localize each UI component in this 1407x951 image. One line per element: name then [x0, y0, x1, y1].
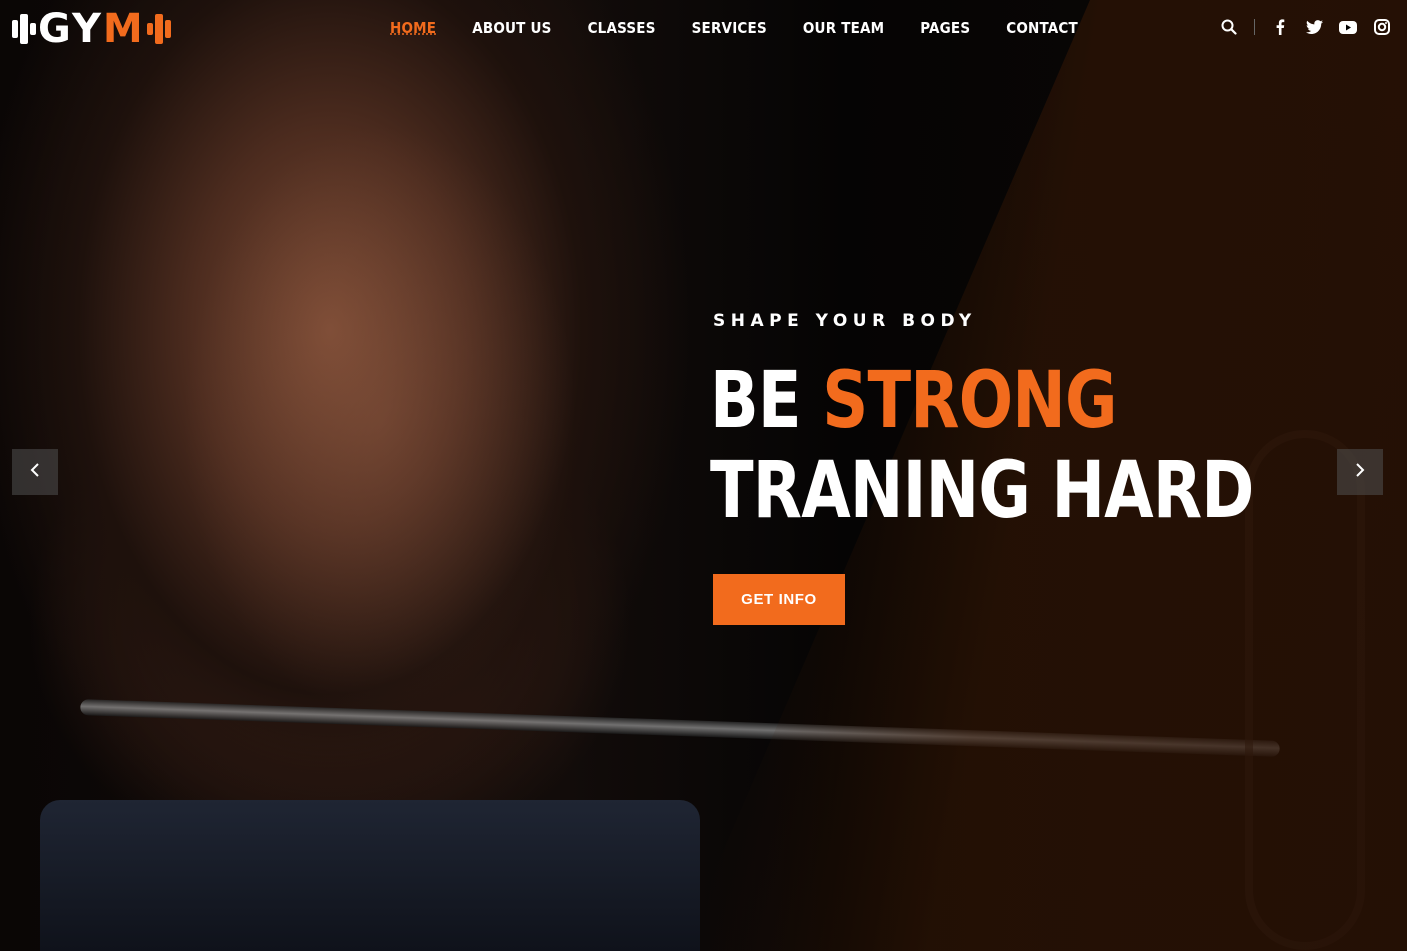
facebook-icon[interactable] — [1271, 18, 1289, 36]
logo-text-gy: GY — [38, 6, 103, 52]
nav-item-home[interactable]: HOME — [390, 18, 436, 38]
slider-next-button[interactable] — [1337, 449, 1383, 495]
main-nav: HOME ABOUT US CLASSES SERVICES OUR TEAM … — [390, 18, 1114, 38]
youtube-icon[interactable] — [1339, 18, 1357, 36]
nav-item-our-team[interactable]: OUR TEAM — [803, 18, 884, 38]
search-icon[interactable] — [1220, 18, 1238, 36]
instagram-icon[interactable] — [1373, 18, 1391, 36]
site-header: GYM HOME ABOUT US CLASSES SERVICES OUR T… — [0, 0, 1407, 58]
slider-prev-button[interactable] — [12, 449, 58, 495]
dumbbell-left-icon — [12, 8, 38, 50]
headline-line1-accent: STRONG — [822, 356, 1117, 446]
hero-headline: BE STRONG TRANING HARD — [710, 356, 1254, 536]
get-info-button[interactable]: GET INFO — [713, 574, 845, 625]
chevron-left-icon — [29, 462, 41, 483]
chevron-right-icon — [1354, 462, 1366, 483]
athlete-shorts — [40, 800, 700, 951]
nav-item-pages[interactable]: PAGES — [920, 18, 970, 38]
site-logo[interactable]: GYM — [12, 8, 173, 50]
headline-line2: TRANING HARD — [710, 446, 1254, 536]
nav-item-services[interactable]: SERVICES — [692, 18, 767, 38]
logo-text-m: M — [102, 6, 145, 52]
twitter-icon[interactable] — [1305, 18, 1323, 36]
tools-divider — [1254, 19, 1255, 35]
nav-item-contact[interactable]: CONTACT — [1006, 18, 1078, 38]
logo-text: GYM — [38, 8, 145, 50]
nav-item-about-us[interactable]: ABOUT US — [472, 18, 551, 38]
hero-kicker: SHAPE YOUR BODY — [713, 311, 977, 331]
dumbbell-right-icon — [146, 8, 173, 50]
header-tools — [1204, 18, 1391, 36]
nav-item-classes[interactable]: CLASSES — [588, 18, 656, 38]
headline-line1-a: BE — [710, 356, 823, 446]
